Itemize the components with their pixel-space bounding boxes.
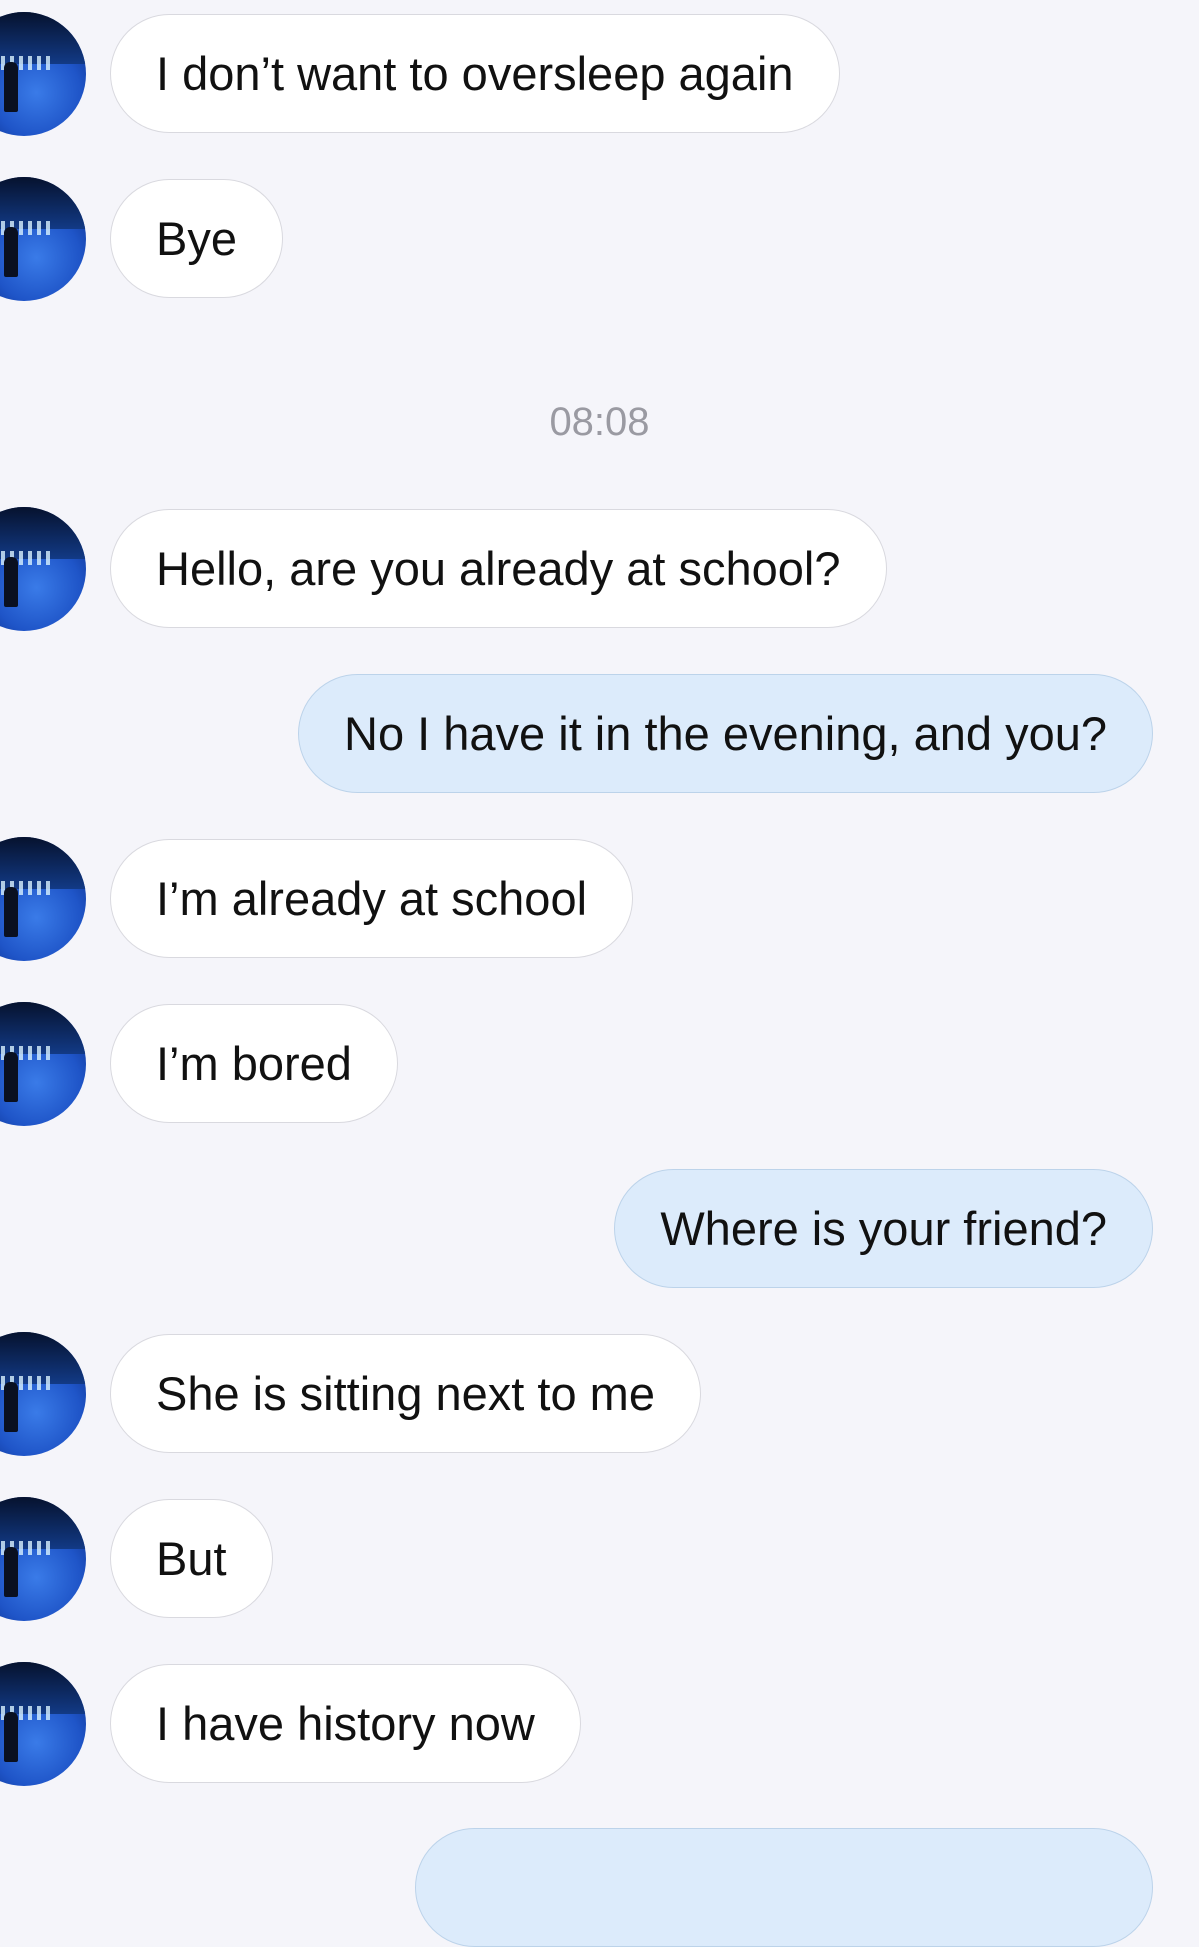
contact-avatar[interactable] (0, 12, 86, 136)
contact-avatar[interactable] (0, 177, 86, 301)
outgoing-message[interactable]: Where is your friend? (614, 1169, 1153, 1288)
incoming-message[interactable]: I’m bored (110, 1004, 398, 1123)
contact-avatar[interactable] (0, 1662, 86, 1786)
contact-avatar[interactable] (0, 1497, 86, 1621)
incoming-message[interactable]: But (110, 1499, 273, 1618)
contact-avatar[interactable] (0, 507, 86, 631)
incoming-message[interactable]: She is sitting next to me (110, 1334, 701, 1453)
outgoing-message[interactable] (415, 1828, 1153, 1947)
message-timestamp: 08:08 (549, 400, 650, 444)
incoming-message[interactable]: I’m already at school (110, 839, 634, 958)
outgoing-message[interactable]: No I have it in the evening, and you? (298, 674, 1153, 793)
incoming-message[interactable]: I have history now (110, 1664, 581, 1783)
contact-avatar[interactable] (0, 1002, 86, 1126)
contact-avatar[interactable] (0, 1332, 86, 1456)
incoming-message[interactable]: Bye (110, 179, 283, 298)
contact-avatar[interactable] (0, 837, 86, 961)
chat-thread: I don’t want to oversleep again Bye 08:0… (0, 0, 1199, 1947)
incoming-message[interactable]: Hello, are you already at school? (110, 509, 887, 628)
incoming-message[interactable]: I don’t want to oversleep again (110, 14, 840, 133)
